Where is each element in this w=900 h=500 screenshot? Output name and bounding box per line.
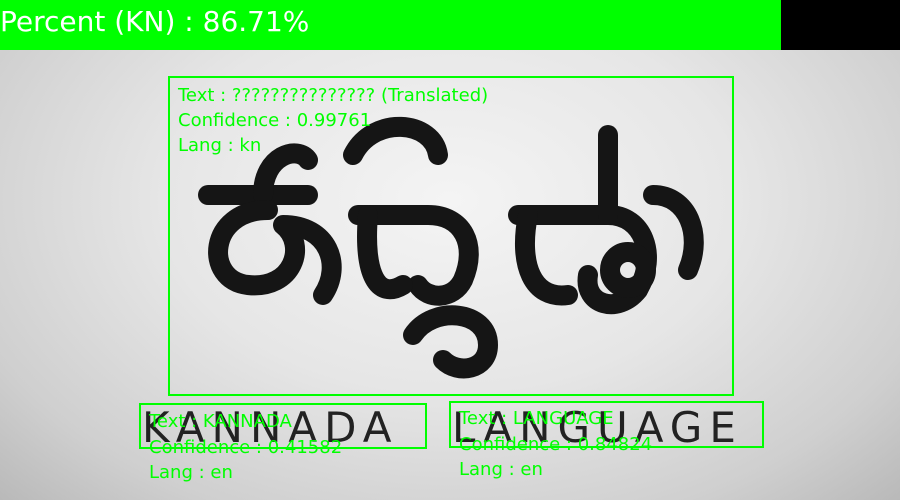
detection-confidence-label: Confidence : 0.84824 xyxy=(459,434,653,455)
detection-text-label: Text : ??????????????? (Translated) xyxy=(178,85,489,106)
detection-text-label: Text : LANGUAGE xyxy=(459,408,614,429)
detection-text-label: Text : KANNADA xyxy=(149,411,292,432)
detection-confidence-label: Confidence : 0.41582 xyxy=(149,437,343,458)
detection-lang-label: Lang : kn xyxy=(178,135,262,156)
detection-confidence-label: Confidence : 0.99761 xyxy=(178,110,372,131)
detection-lang-label: Lang : en xyxy=(459,459,543,480)
detection-lang-label: Lang : en xyxy=(149,462,233,483)
banner-black-area xyxy=(781,0,900,50)
detection-canvas: Percent (KN) : 86.71% KANNADA LANGUAGE T… xyxy=(0,0,900,500)
percent-label: Percent (KN) : 86.71% xyxy=(0,5,310,38)
